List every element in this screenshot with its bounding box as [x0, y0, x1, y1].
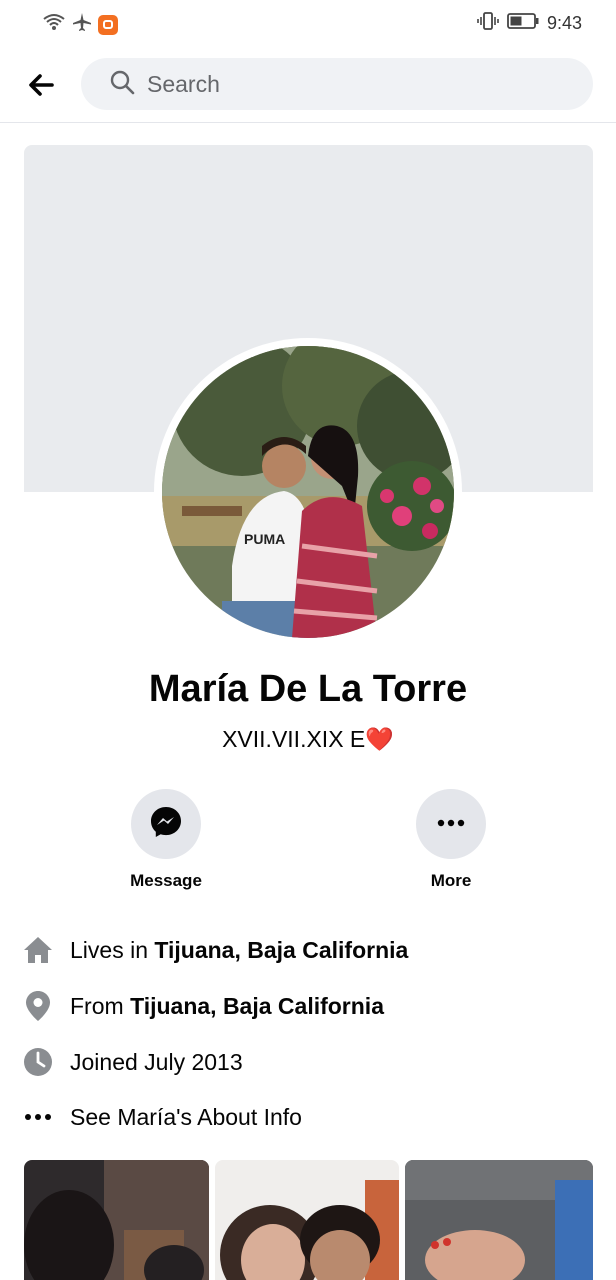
photo-image — [215, 1160, 399, 1280]
back-arrow-icon[interactable] — [26, 70, 56, 100]
profile-picture[interactable]: PUMA — [154, 338, 462, 646]
home-icon — [22, 934, 54, 966]
profile-bio: XVII.VII.XIX E❤️ — [222, 726, 394, 752]
location-pin-icon — [22, 990, 54, 1022]
clock-time: 9:43 — [546, 13, 582, 33]
clock-icon — [22, 1046, 54, 1078]
more-dots-icon — [436, 815, 466, 833]
top-bar — [0, 56, 616, 123]
profile-photo-image: PUMA — [162, 346, 454, 638]
search-bar[interactable] — [81, 58, 593, 110]
lives-place-link[interactable]: Tijuana, Baja California — [154, 937, 408, 963]
messenger-icon — [148, 804, 184, 845]
battery-icon — [507, 13, 539, 34]
info-from: From Tijuana, Baja California — [22, 986, 592, 1026]
info-joined: Joined July 2013 — [22, 1042, 592, 1082]
info-lives-in: Lives in Tijuana, Baja California — [22, 930, 592, 970]
airplane-icon — [72, 12, 92, 37]
photo-image — [24, 1160, 209, 1280]
more-button[interactable]: More — [381, 789, 521, 891]
lives-prefix: Lives in — [70, 936, 155, 963]
wifi-icon — [42, 13, 66, 36]
app-notification-icon — [98, 14, 118, 35]
see-about-info[interactable]: See María's About Info — [22, 1097, 592, 1137]
message-button[interactable]: Message — [96, 789, 236, 891]
vibrate-icon — [477, 12, 499, 35]
search-icon — [81, 69, 135, 100]
photos-grid — [24, 1160, 593, 1280]
photo-thumbnail[interactable] — [215, 1160, 399, 1280]
joined-text: Joined July 2013 — [70, 1048, 243, 1075]
profile-name: María De La Torre — [148, 668, 468, 710]
from-prefix: From — [70, 992, 131, 1019]
svg-text:PUMA: PUMA — [244, 531, 285, 547]
more-label: More — [430, 871, 472, 890]
message-label: Message — [130, 871, 202, 890]
photo-thumbnail[interactable] — [405, 1160, 593, 1280]
see-about-info-label: See María's About Info — [70, 1103, 302, 1130]
photo-image — [405, 1160, 593, 1280]
status-bar: 9:43 — [0, 0, 616, 44]
photo-thumbnail[interactable] — [24, 1160, 209, 1280]
from-place-link[interactable]: Tijuana, Baja California — [130, 993, 384, 1019]
more-dots-icon — [22, 1101, 54, 1133]
search-input[interactable] — [145, 69, 549, 99]
